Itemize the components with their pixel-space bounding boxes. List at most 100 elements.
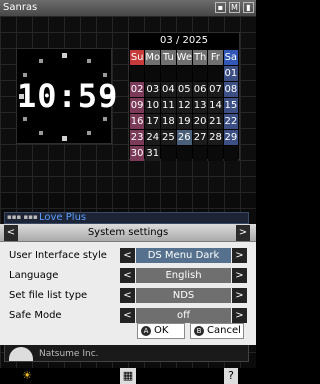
calendar-day: 28 — [208, 130, 223, 145]
setting-value[interactable]: English — [136, 268, 231, 283]
dialog-title: System settings — [87, 227, 169, 238]
calendar-day: 27 — [193, 130, 208, 145]
calendar: 03 / 2025 Su Mo Tu We Th Fr Sa 01 02 03 04 05 06 07 0… — [128, 32, 240, 162]
calendar-day: 06 — [193, 82, 208, 97]
calendar-day: 18 — [161, 114, 176, 129]
calendar-week-row: 30 31 — [130, 146, 238, 161]
previous-option-button[interactable]: < — [120, 248, 135, 263]
ok-label: OK — [154, 325, 169, 336]
previous-option-button[interactable]: < — [120, 268, 135, 283]
brightness-icon[interactable]: ☀ — [20, 368, 34, 384]
settings-icon[interactable]: ▦ — [120, 368, 136, 384]
previous-option-button[interactable]: < — [120, 288, 135, 303]
weekday-header: Sa — [223, 50, 238, 65]
calendar-day: 01 — [223, 66, 238, 81]
calendar-day: 26 — [176, 130, 193, 145]
game-title: Love Plus — [39, 212, 87, 223]
calendar-day: 14 — [208, 98, 223, 113]
setting-value[interactable]: NDS — [136, 288, 231, 303]
bottom-screen: ▪▪▪ ▪▪▪ Love Plus Natsume Inc. < System … — [0, 192, 256, 384]
digital-clock: 10:59 — [16, 48, 119, 144]
calendar-day: 09 — [130, 98, 145, 113]
calendar-empty-cell — [130, 66, 145, 81]
dialog-header: < System settings > — [0, 224, 256, 242]
calendar-day: 02 — [130, 82, 145, 97]
title-bar: Sanras ▪ M ▮ — [0, 0, 256, 16]
calendar-day: 03 — [145, 82, 161, 97]
clock-marker — [87, 59, 91, 63]
cancel-button[interactable]: B Cancel — [190, 323, 244, 339]
calendar-empty-cell — [161, 66, 176, 81]
setting-row-language: Language < English > — [0, 268, 256, 283]
next-option-button[interactable]: > — [232, 268, 247, 283]
next-option-button[interactable]: > — [232, 288, 247, 303]
clock-marker — [39, 59, 43, 63]
calendar-day: 22 — [223, 114, 238, 129]
next-option-button[interactable]: > — [232, 308, 247, 323]
ok-button[interactable]: A OK — [137, 323, 185, 339]
calendar-day: 17 — [145, 114, 161, 129]
previous-option-button[interactable]: < — [120, 308, 135, 323]
calendar-weekday-row: Su Mo Tu We Th Fr Sa — [130, 50, 238, 65]
setting-row-file-list-type: Set file list type < NDS > — [0, 288, 256, 303]
calendar-day: 11 — [161, 98, 176, 113]
calendar-day: 10 — [145, 98, 161, 113]
calendar-week-row: 09 10 11 12 13 14 15 — [130, 98, 238, 113]
calendar-day: 19 — [176, 114, 193, 129]
status-icons: ▪ M ▮ — [215, 2, 254, 13]
setting-value[interactable]: DS Menu Dark — [136, 248, 231, 263]
game-banner-tag: ▪▪▪ ▪▪▪ — [7, 213, 38, 221]
calendar-day: 15 — [223, 98, 238, 113]
weekday-header: Tu — [161, 50, 176, 65]
calendar-day: 25 — [161, 130, 176, 145]
calendar-day: 12 — [176, 98, 193, 113]
calendar-empty-cell — [223, 146, 238, 161]
calendar-day: 30 — [130, 146, 145, 161]
background-game-banner: ▪▪▪ ▪▪▪ Love Plus — [4, 212, 249, 224]
setting-row-ui-style: User Interface style < DS Menu Dark > — [0, 248, 256, 263]
calendar-grid: Su Mo Tu We Th Fr Sa 01 02 03 04 05 06 07 08 09 10 11 12 1… — [129, 49, 239, 162]
calendar-day: 21 — [208, 114, 223, 129]
bottom-bar: ☀ ▦ ? — [0, 368, 256, 384]
weekday-header: Th — [193, 50, 208, 65]
game-publisher: Natsume Inc. — [39, 349, 99, 359]
next-option-button[interactable]: > — [232, 248, 247, 263]
calendar-week-row: 23 24 25 26 27 28 29 — [130, 130, 238, 145]
calendar-day: 13 — [193, 98, 208, 113]
setting-label: Language — [9, 270, 59, 281]
setting-label: User Interface style — [9, 250, 107, 261]
setting-value[interactable]: off — [136, 308, 231, 323]
calendar-day: 29 — [223, 130, 238, 145]
setting-label: Safe Mode — [9, 310, 62, 321]
calendar-empty-cell — [208, 146, 223, 161]
calendar-empty-cell — [176, 66, 193, 81]
system-settings-dialog: < System settings > User Interface style… — [0, 224, 256, 345]
weekday-header: Su — [130, 50, 145, 65]
clock-time: 10:59 — [17, 77, 119, 115]
calendar-day: 31 — [145, 146, 161, 161]
calendar-week-row: 02 03 04 05 06 07 08 — [130, 82, 238, 97]
clock-marker — [87, 131, 91, 135]
weekday-header: Fr — [208, 50, 223, 65]
calendar-day: 16 — [130, 114, 145, 129]
clock-marker — [62, 136, 67, 141]
calendar-empty-cell — [193, 146, 208, 161]
calendar-empty-cell — [208, 66, 223, 81]
calendar-month: 03 / 2025 — [160, 35, 208, 46]
weekday-header: Mo — [145, 50, 161, 65]
memory-icon: M — [229, 2, 240, 13]
calendar-day: 04 — [161, 82, 176, 97]
b-button-icon: B — [194, 326, 204, 336]
calendar-day: 05 — [176, 82, 193, 97]
calendar-week-row: 01 — [130, 66, 238, 81]
next-page-button[interactable]: > — [236, 225, 250, 241]
help-icon[interactable]: ? — [224, 368, 238, 384]
a-button-icon: A — [141, 326, 151, 336]
sd-card-icon: ▪ — [215, 2, 226, 13]
calendar-empty-cell — [145, 66, 161, 81]
calendar-empty-cell — [176, 146, 193, 161]
user-name: Sanras — [3, 2, 38, 13]
top-screen: Sanras ▪ M ▮ 10:59 03 / 2025 Su Mo Tu We Th F… — [0, 0, 256, 192]
clock-marker — [103, 117, 107, 121]
clock-marker — [62, 53, 67, 58]
